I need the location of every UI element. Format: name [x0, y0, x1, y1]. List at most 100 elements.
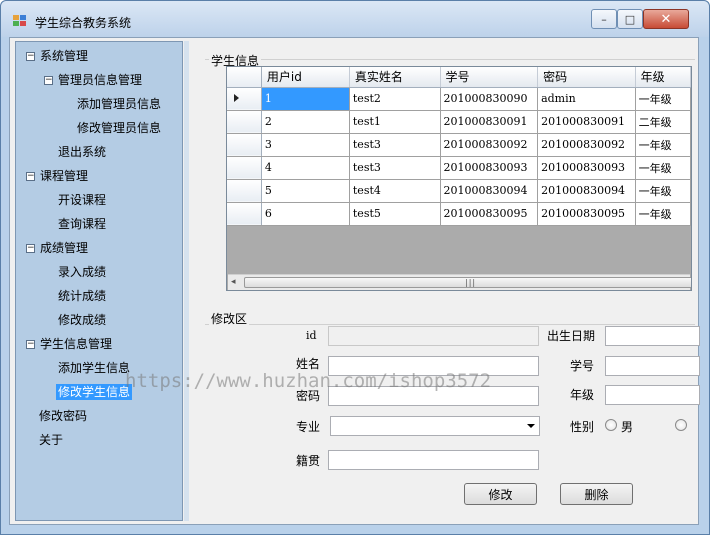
table-row[interactable]: 3 test3 201000830092 201000830092 一年级 — [227, 133, 691, 157]
table-cell[interactable]: 4 — [261, 156, 350, 180]
table-cell[interactable]: 2 — [261, 110, 350, 134]
splitter[interactable] — [184, 41, 189, 521]
hometown-input[interactable] — [329, 451, 538, 469]
table-cell[interactable]: 一年级 — [635, 87, 691, 111]
table-cell[interactable]: 二年级 — [635, 110, 691, 134]
tree-node-add-student[interactable]: 添加学生信息 — [58, 359, 130, 377]
tree-node-admin-info[interactable]: − 管理员信息管理 — [44, 71, 142, 89]
table-cell[interactable]: 一年级 — [635, 202, 691, 226]
row-header[interactable] — [227, 202, 262, 226]
table-cell[interactable]: 一年级 — [635, 156, 691, 180]
tree-node-course[interactable]: − 课程管理 — [26, 167, 88, 185]
grade-input[interactable] — [606, 386, 699, 404]
horizontal-scrollbar[interactable]: ◂ ||| — [228, 274, 691, 290]
scroll-left-arrow-icon[interactable]: ◂ — [231, 277, 236, 287]
gender-female-radio[interactable] — [675, 419, 687, 431]
modify-button[interactable]: 修改 — [464, 483, 537, 505]
table-cell[interactable]: 201000830094 — [537, 179, 636, 203]
tree-node-exit[interactable]: 退出系统 — [58, 143, 106, 161]
grid-corner[interactable] — [227, 67, 262, 88]
table-cell[interactable]: 201000830092 — [440, 133, 539, 157]
table-cell[interactable]: 5 — [261, 179, 350, 203]
table-cell[interactable]: 201000830095 — [537, 202, 636, 226]
table-cell[interactable]: test4 — [349, 179, 441, 203]
table-cell[interactable]: test1 — [349, 110, 441, 134]
student-no-input[interactable] — [606, 357, 699, 375]
collapse-icon[interactable]: − — [44, 76, 53, 85]
id-field[interactable] — [328, 326, 539, 346]
table-cell[interactable]: test3 — [349, 133, 441, 157]
column-header-password[interactable]: 密码 — [537, 67, 636, 88]
major-dropdown[interactable] — [330, 416, 540, 436]
table-cell[interactable]: 201000830093 — [440, 156, 539, 180]
collapse-icon[interactable]: − — [26, 172, 35, 181]
gender-male-radio[interactable] — [605, 419, 617, 431]
id-input[interactable] — [329, 327, 538, 345]
column-header-user-id[interactable]: 用户id — [261, 67, 350, 88]
table-cell[interactable]: 一年级 — [635, 133, 691, 157]
collapse-icon[interactable]: − — [26, 244, 35, 253]
delete-button[interactable]: 删除 — [560, 483, 633, 505]
tree-node-open-course[interactable]: 开设课程 — [58, 191, 106, 209]
table-row[interactable]: 5 test4 201000830094 201000830094 一年级 — [227, 179, 691, 203]
tree-node-change-password[interactable]: 修改密码 — [39, 407, 87, 425]
row-header[interactable] — [227, 156, 262, 180]
birthdate-field[interactable] — [605, 326, 700, 346]
table-cell[interactable]: 201000830091 — [440, 110, 539, 134]
navigation-tree[interactable]: − 系统管理 − 管理员信息管理 添加管理员信息 修改管理员信息 退出系统 − … — [15, 41, 183, 521]
row-header[interactable] — [227, 110, 262, 134]
chevron-down-icon[interactable] — [527, 424, 535, 428]
title-bar[interactable]: 学生综合教务系统 – □ ✕ — [1, 1, 709, 37]
row-header[interactable] — [227, 133, 262, 157]
table-cell[interactable]: 201000830091 — [537, 110, 636, 134]
tree-node-student-info[interactable]: − 学生信息管理 — [26, 335, 112, 353]
student-no-field[interactable] — [605, 356, 700, 376]
scroll-thumb[interactable]: ||| — [244, 277, 691, 288]
grade-label: 年级 — [570, 388, 595, 402]
table-row[interactable]: 1 test2 201000830090 admin 一年级 — [227, 87, 691, 111]
group-divider — [205, 324, 695, 325]
table-cell[interactable]: 201000830094 — [440, 179, 539, 203]
maximize-button[interactable]: □ — [617, 9, 643, 29]
collapse-icon[interactable]: − — [26, 52, 35, 61]
grade-field[interactable] — [605, 385, 700, 405]
column-header-student-no[interactable]: 学号 — [440, 67, 539, 88]
table-cell[interactable]: 201000830095 — [440, 202, 539, 226]
tree-node-edit-score[interactable]: 修改成绩 — [58, 311, 106, 329]
table-cell[interactable]: admin — [537, 87, 636, 111]
hometown-field[interactable] — [328, 450, 539, 470]
table-cell[interactable]: test3 — [349, 156, 441, 180]
close-button[interactable]: ✕ — [643, 9, 689, 29]
student-data-grid[interactable]: 用户id 真实姓名 学号 密码 年级 1 test2 201000830090 … — [226, 66, 692, 291]
tree-node-stat-score[interactable]: 统计成绩 — [58, 287, 106, 305]
tree-node-edit-admin[interactable]: 修改管理员信息 — [77, 119, 161, 137]
table-row[interactable]: 4 test3 201000830093 201000830093 一年级 — [227, 156, 691, 180]
table-row[interactable]: 2 test1 201000830091 201000830091 二年级 — [227, 110, 691, 134]
birthdate-input[interactable] — [606, 327, 699, 345]
column-header-real-name[interactable]: 真实姓名 — [349, 67, 441, 88]
minimize-button[interactable]: – — [591, 9, 617, 29]
collapse-icon[interactable]: − — [26, 340, 35, 349]
tree-node-query-course[interactable]: 查询课程 — [58, 215, 106, 233]
tree-node-edit-student[interactable]: 修改学生信息 — [56, 383, 133, 401]
row-header[interactable] — [227, 179, 262, 203]
tree-node-about[interactable]: 关于 — [39, 431, 63, 449]
tree-node-score[interactable]: − 成绩管理 — [26, 239, 88, 257]
table-cell[interactable]: 6 — [261, 202, 350, 226]
table-cell[interactable]: 201000830090 — [440, 87, 539, 111]
table-cell[interactable]: 一年级 — [635, 179, 691, 203]
table-cell[interactable]: 201000830092 — [537, 133, 636, 157]
tree-node-enter-score[interactable]: 录入成绩 — [58, 263, 106, 281]
gender-male-label[interactable]: 男 — [621, 418, 633, 435]
table-cell[interactable]: 1 — [261, 87, 350, 111]
table-cell[interactable]: 3 — [261, 133, 350, 157]
table-cell[interactable]: 201000830093 — [537, 156, 636, 180]
column-header-grade[interactable]: 年级 — [635, 67, 691, 88]
tree-node-label: 查询课程 — [58, 217, 107, 231]
tree-node-system[interactable]: − 系统管理 — [26, 47, 88, 65]
row-header[interactable] — [227, 87, 262, 111]
table-cell[interactable]: test2 — [349, 87, 441, 111]
table-cell[interactable]: test5 — [349, 202, 441, 226]
table-row[interactable]: 6 test5 201000830095 201000830095 一年级 — [227, 202, 691, 226]
tree-node-add-admin[interactable]: 添加管理员信息 — [77, 95, 161, 113]
